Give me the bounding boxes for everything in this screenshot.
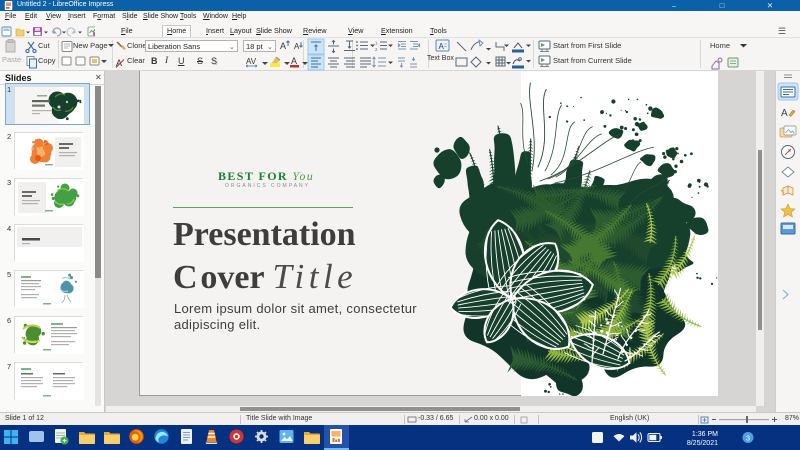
- svg-text:AV: AV: [246, 57, 257, 66]
- svg-text:1: 1: [375, 41, 378, 46]
- svg-text:A: A: [294, 42, 300, 51]
- svg-text:3: 3: [746, 433, 750, 442]
- svg-text:1:36 PM: 1:36 PM: [692, 431, 718, 438]
- svg-text:8/25/2021: 8/25/2021: [687, 440, 718, 447]
- svg-text:A: A: [291, 56, 297, 66]
- svg-text:A: A: [781, 108, 788, 119]
- svg-text:A: A: [280, 41, 286, 51]
- svg-text:2: 2: [375, 47, 378, 52]
- svg-text:A: A: [439, 42, 445, 51]
